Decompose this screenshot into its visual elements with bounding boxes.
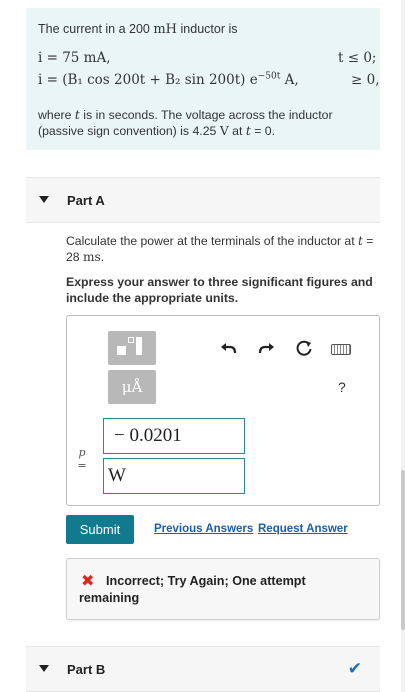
- where-text: where: [38, 108, 72, 122]
- intro-unit: mH: [153, 22, 178, 37]
- reset-icon[interactable]: [295, 339, 313, 360]
- where-text-4: = 0.: [254, 124, 276, 138]
- request-answer-link[interactable]: Request Answer: [258, 523, 348, 535]
- help-icon[interactable]: ?: [338, 379, 346, 395]
- problem-intro: The current in a 200 mH inductor is: [38, 22, 238, 37]
- equation-row-2: i = (B₁ cos 200t + B₂ sin 200t) e−50t A,…: [38, 71, 379, 88]
- feedback-text: Incorrect; Try Again; One attempt remain…: [79, 574, 306, 605]
- caret-down-icon: [39, 196, 49, 203]
- scrollbar[interactable]: [401, 0, 405, 692]
- where-text-3: at: [232, 124, 243, 138]
- where-unit-v: V: [219, 124, 229, 138]
- intro-text-end: inductor is: [180, 22, 238, 36]
- previous-answers-link[interactable]: Previous Answers: [154, 523, 253, 535]
- redo-icon[interactable]: [257, 339, 275, 360]
- equation-1: i = 75 mA,: [38, 50, 111, 66]
- answer-box: μÅ ? p = − 0.0201 W: [66, 315, 380, 506]
- question-text: Calculate the power at the terminals of …: [66, 234, 355, 248]
- checkmark-icon: ✔: [347, 659, 362, 678]
- variable-name: p: [78, 446, 86, 459]
- part-a-header[interactable]: Part A: [26, 177, 380, 223]
- part-a-title: Part A: [67, 193, 105, 208]
- where-var-t: t: [74, 108, 80, 122]
- intro-text: The current in a 200: [38, 22, 150, 36]
- equation-2: i = (B₁ cos 200t + B₂ sin 200t) e: [38, 72, 258, 88]
- equation-2-condition: ≥ 0,: [351, 72, 380, 88]
- part-b-header[interactable]: Part B ✔: [26, 646, 380, 692]
- question-var-t: t: [358, 234, 363, 248]
- question-period: .: [100, 250, 105, 264]
- problem-statement: The current in a 200 mH inductor is i = …: [26, 8, 380, 150]
- question-unit: ms: [82, 250, 101, 264]
- template-fraction-icon: [136, 337, 144, 355]
- undo-icon[interactable]: [220, 339, 238, 360]
- part-a-instructions: Express your answer to three significant…: [66, 275, 373, 305]
- template-superscript-icon: [128, 337, 134, 343]
- equation-1-condition: t ≤ 0;: [338, 50, 377, 66]
- feedback-box: ✖ Incorrect; Try Again; One attempt rema…: [66, 558, 380, 620]
- variable-label: p =: [77, 446, 87, 472]
- where-text-2: is in seconds. The voltage across the in…: [38, 108, 333, 138]
- unit-input[interactable]: W: [103, 458, 245, 494]
- submit-button[interactable]: Submit: [66, 515, 134, 544]
- part-b-title: Part B: [67, 662, 106, 677]
- caret-down-icon: [39, 665, 49, 672]
- equation-2-unit: A,: [280, 72, 299, 88]
- value-input[interactable]: − 0.0201: [103, 418, 245, 454]
- keyboard-icon[interactable]: [331, 344, 351, 355]
- part-a-question: Calculate the power at the terminals of …: [66, 233, 382, 265]
- template-square-icon: [117, 346, 126, 355]
- equation-2-exponent: −50t: [257, 71, 281, 82]
- scrollbar-thumb[interactable]: [401, 470, 405, 630]
- where-var-t0: t: [245, 124, 251, 138]
- variable-equals: =: [77, 459, 87, 472]
- templates-button[interactable]: [108, 331, 156, 365]
- units-button[interactable]: μÅ: [108, 370, 156, 404]
- problem-where: where t is in seconds. The voltage acros…: [38, 107, 373, 139]
- equation-row-1: i = 75 mA, t ≤ 0;: [38, 50, 376, 66]
